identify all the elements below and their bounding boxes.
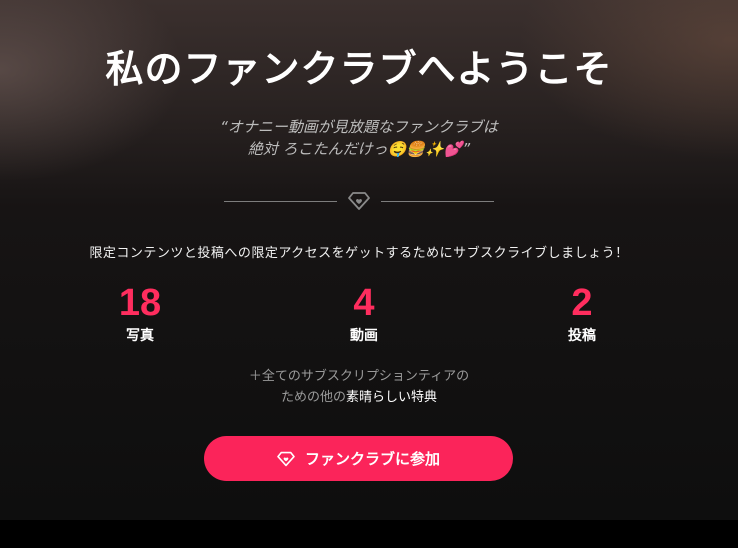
perks-line-2: ための他の素晴らしい特典 [0, 387, 718, 408]
stat-videos: 4 動画 [304, 283, 424, 345]
subscribe-prompt: 限定コンテンツと投稿への限定アクセスをゲットするためにサブスクライブしましょう！ [89, 246, 629, 261]
stat-posts-label: 投稿 [568, 328, 596, 344]
fanclub-page: 私のファンクラブへようこそ “オナニー動画が見放題なファンクラブは 絶対 ろこた… [0, 0, 738, 548]
stat-photos: 18 写真 [80, 283, 200, 345]
quote-line-2: 絶対 ろこたんだけっ🤤🍔✨💕” [247, 140, 471, 158]
divider [224, 190, 494, 212]
stat-posts: 2 投稿 [522, 283, 642, 345]
perks-highlight: 素晴らしい特典 [346, 390, 438, 405]
perks-line-2-prefix: ための他の [280, 390, 346, 405]
bottom-bar [0, 520, 738, 548]
perks-line-1: ＋全てのサブスクリプションティアの [248, 369, 470, 384]
join-fanclub-label: ファンクラブに参加 [304, 450, 440, 468]
join-fanclub-button[interactable]: ファンクラブに参加 [204, 436, 513, 481]
creator-quote: “オナニー動画が見放題なファンクラブは 絶対 ろこたんだけっ🤤🍔✨💕” [0, 116, 718, 160]
stat-posts-count: 2 [571, 282, 593, 324]
stat-videos-count: 4 [353, 282, 375, 324]
perks-text: ＋全てのサブスクリプションティアの ための他の素晴らしい特典 [0, 366, 718, 408]
quote-line-1: “オナニー動画が見放題なファンクラブは [220, 118, 498, 136]
diamond-heart-icon [348, 192, 370, 210]
hero-panel: 私のファンクラブへようこそ “オナニー動画が見放題なファンクラブは 絶対 ろこた… [0, 0, 738, 520]
diamond-heart-icon [277, 451, 295, 466]
stat-photos-count: 18 [118, 282, 162, 324]
divider-line-left [224, 201, 337, 202]
divider-line-right [381, 201, 494, 202]
page-title: 私のファンクラブへようこそ [105, 47, 613, 91]
stat-videos-label: 動画 [350, 328, 378, 344]
stat-photos-label: 写真 [126, 328, 154, 344]
